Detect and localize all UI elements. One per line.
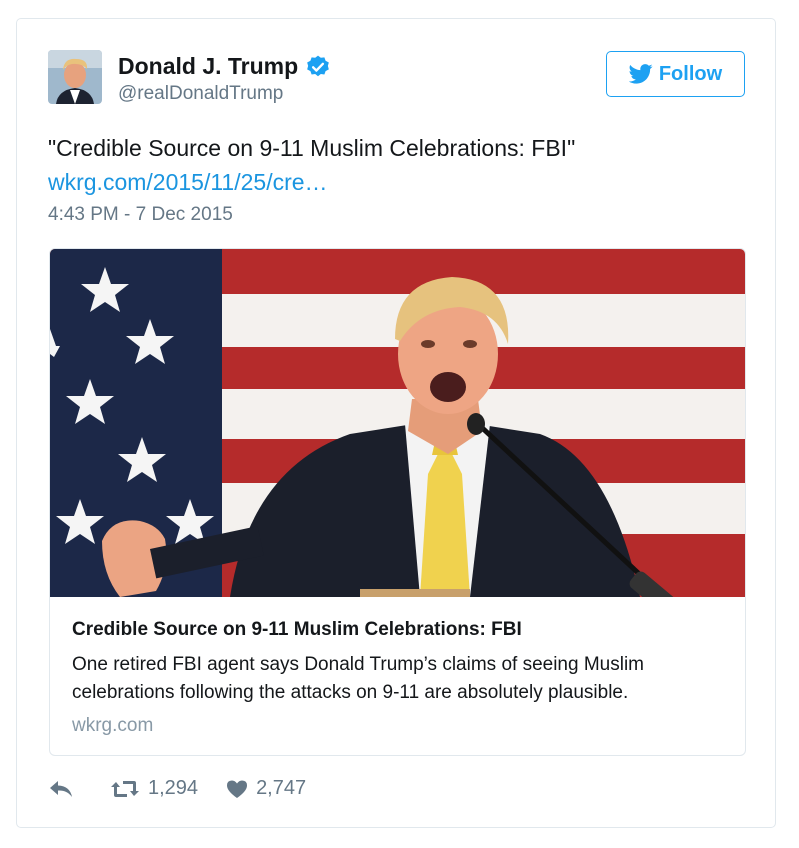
user-name[interactable]: Donald J. Trump (118, 53, 298, 80)
reply-button[interactable] (48, 779, 82, 799)
avatar[interactable] (48, 50, 102, 104)
link-card[interactable]: Credible Source on 9-11 Muslim Celebrati… (49, 248, 746, 756)
like-count: 2,747 (256, 777, 307, 799)
reply-icon (50, 780, 72, 797)
retweet-button[interactable]: 1,294 (110, 777, 198, 800)
like-button[interactable]: 2,747 (226, 777, 306, 800)
verified-badge-icon (307, 55, 330, 76)
user-name-row[interactable]: Donald J. Trump (118, 53, 331, 80)
user-handle[interactable]: @realDonaldTrump (118, 83, 283, 105)
tweet-timestamp[interactable]: 4:43 PM - 7 Dec 2015 (48, 204, 233, 226)
tweet-actions: 1,294 2,747 (48, 777, 334, 800)
twitter-bird-icon (628, 64, 653, 84)
card-image[interactable] (50, 249, 745, 597)
retweet-count: 1,294 (148, 777, 199, 799)
retweet-icon (111, 780, 139, 797)
card-description: One retired FBI agent says Donald Trump’… (72, 654, 644, 703)
follow-button[interactable]: Follow (606, 51, 745, 97)
tweet-link[interactable]: wkrg.com/2015/11/25/cre… (48, 166, 328, 198)
follow-label: Follow (658, 62, 723, 85)
card-domain: wkrg.com (72, 715, 154, 736)
card-title: Credible Source on 9-11 Muslim Celebrati… (72, 619, 522, 640)
tweet-text: "Credible Source on 9-11 Muslim Celebrat… (48, 135, 576, 161)
tweet-embed: Donald J. Trump @realDonaldTrump Follow … (16, 18, 776, 828)
heart-icon (227, 780, 248, 798)
